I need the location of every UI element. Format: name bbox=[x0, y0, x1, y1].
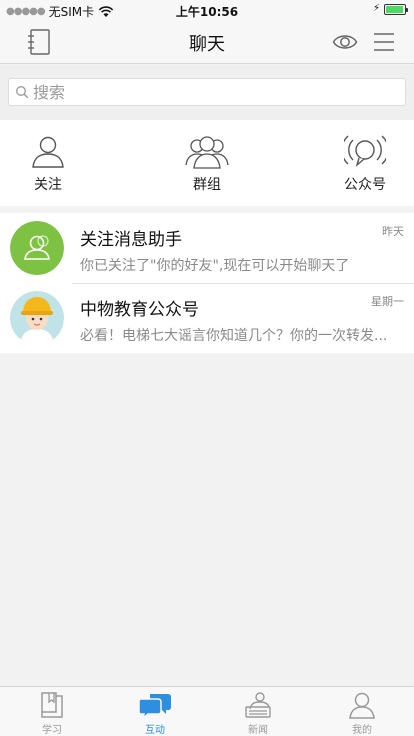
quick-follow[interactable]: 关注 bbox=[8, 132, 88, 194]
tab-bar: 学习 互动 新闻 我的 bbox=[0, 686, 414, 736]
battery-level bbox=[386, 6, 404, 13]
status-time: 上午10:56 bbox=[175, 5, 239, 19]
assistant-avatar bbox=[10, 221, 64, 275]
chat-preview: 你已关注了"你的好友",现在可以开始聊天了 bbox=[80, 258, 350, 274]
news-icon bbox=[245, 692, 271, 718]
tab-interact[interactable]: 互动 bbox=[125, 690, 185, 736]
person-icon bbox=[32, 136, 64, 168]
battery-icon bbox=[384, 4, 408, 15]
worker-helmet-avatar bbox=[10, 291, 64, 345]
tab-news[interactable]: 新闻 bbox=[228, 690, 288, 736]
nav-bar: 聊天 bbox=[0, 20, 414, 64]
status-bar: ●●●●● 无SIM卡 上午10:56 ⚡ bbox=[0, 0, 414, 20]
search-icon bbox=[16, 86, 29, 99]
group-icon bbox=[185, 136, 229, 169]
broadcast-icon bbox=[344, 135, 386, 168]
tab-study[interactable]: 学习 bbox=[22, 690, 82, 736]
tab-news-label: 新闻 bbox=[248, 725, 268, 736]
tab-interact-label: 互动 bbox=[145, 725, 165, 736]
tab-me[interactable]: 我的 bbox=[332, 690, 392, 736]
chat-item[interactable]: 关注消息助手 昨天 你已关注了"你的好友",现在可以开始聊天了 bbox=[0, 213, 414, 283]
chat-list: 关注消息助手 昨天 你已关注了"你的好友",现在可以开始聊天了 中物教育公众号 … bbox=[0, 213, 414, 353]
charging-icon: ⚡ bbox=[372, 3, 380, 14]
chat-time: 昨天 bbox=[382, 225, 404, 238]
tab-me-label: 我的 bbox=[352, 725, 372, 736]
chat-time: 星期一 bbox=[371, 295, 404, 308]
chat-item[interactable]: 中物教育公众号 星期一 必看！电梯七大谣言你知道几个？你的一次转发... bbox=[0, 283, 414, 353]
profile-icon bbox=[349, 692, 375, 719]
search-input[interactable] bbox=[33, 82, 393, 102]
search-box[interactable] bbox=[8, 78, 406, 106]
search-bar bbox=[0, 65, 414, 120]
quick-actions: 关注 群组 公众号 bbox=[0, 120, 414, 206]
eye-icon[interactable] bbox=[332, 30, 358, 54]
chat-preview: 必看！电梯七大谣言你知道几个？你的一次转发... bbox=[80, 328, 388, 344]
book-icon bbox=[41, 692, 63, 718]
quick-follow-label: 关注 bbox=[34, 177, 62, 193]
quick-official-accounts[interactable]: 公众号 bbox=[325, 132, 405, 194]
quick-groups-label: 群组 bbox=[193, 177, 221, 193]
quick-groups[interactable]: 群组 bbox=[167, 132, 247, 194]
chat-name: 中物教育公众号 bbox=[80, 300, 199, 320]
quick-official-label: 公众号 bbox=[344, 177, 386, 193]
chat-bubbles-icon bbox=[138, 694, 171, 720]
tab-study-label: 学习 bbox=[42, 725, 62, 736]
menu-icon[interactable] bbox=[372, 31, 396, 53]
chat-name: 关注消息助手 bbox=[80, 230, 182, 250]
